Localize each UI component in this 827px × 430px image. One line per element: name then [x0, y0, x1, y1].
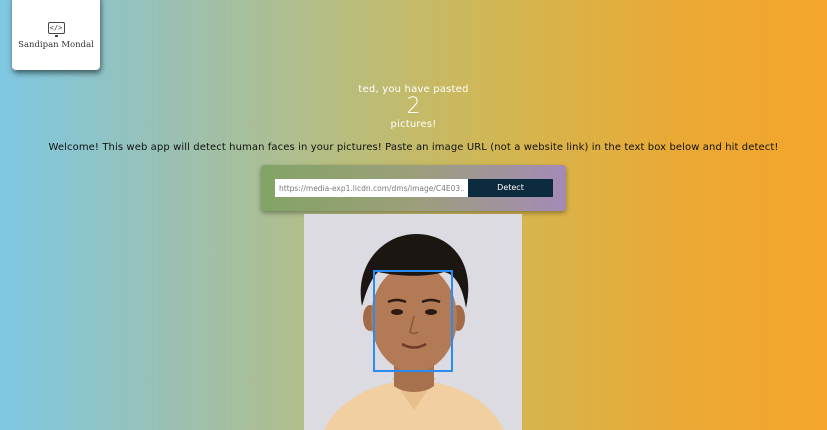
rank-count: 2: [406, 94, 421, 119]
image-url-form: Detect: [261, 165, 566, 211]
detect-button[interactable]: Detect: [468, 179, 553, 197]
welcome-text: Welcome! This web app will detect human …: [48, 142, 779, 153]
logo-name: Sandipan Mondal: [18, 40, 94, 50]
rank-line-2: pictures!: [390, 119, 437, 130]
face-image: [304, 214, 522, 430]
rank-block: ted, you have pasted 2 pictures!: [0, 83, 827, 131]
code-icon: </>: [47, 22, 65, 37]
image-url-input[interactable]: [275, 179, 468, 197]
face-bounding-box: [373, 270, 453, 372]
logo-card[interactable]: </> Sandipan Mondal: [12, 0, 100, 70]
